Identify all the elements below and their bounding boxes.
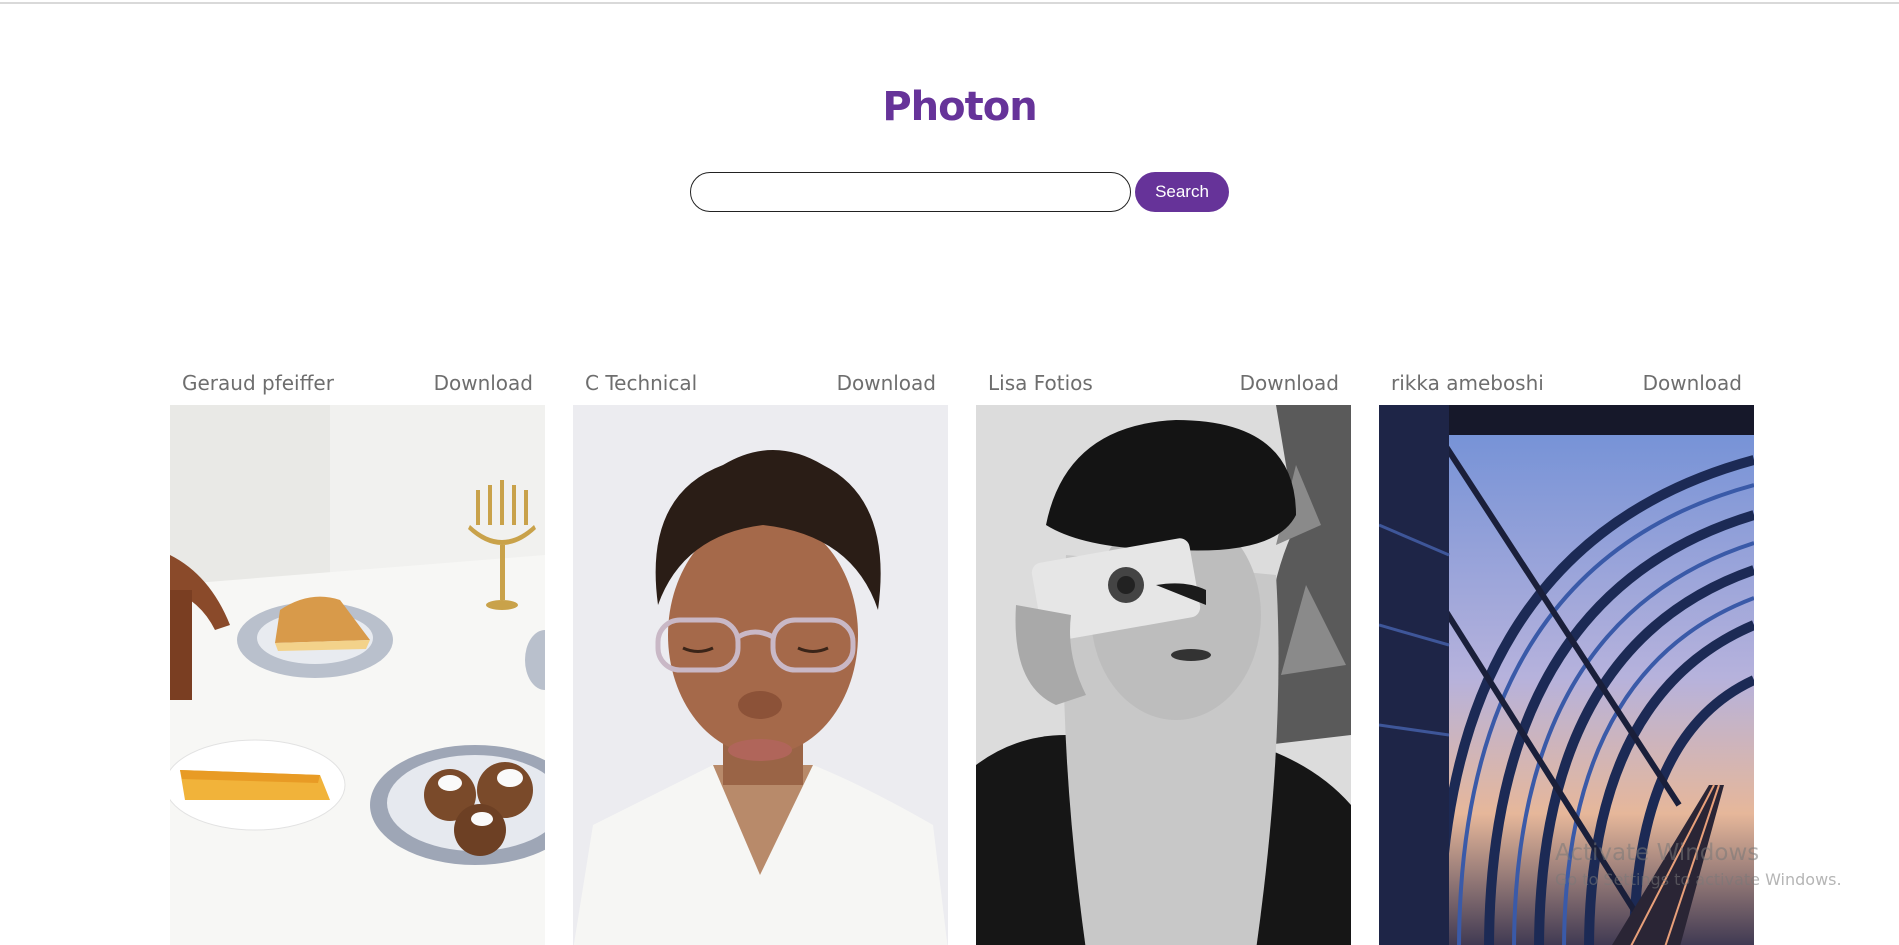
top-divider <box>0 2 1899 4</box>
photo-card: C Technical Download <box>573 361 948 945</box>
photo-card-header: rikka ameboshi Download <box>1379 361 1754 405</box>
photo-author: Lisa Fotios <box>988 371 1093 395</box>
photo-card-header: C Technical Download <box>573 361 948 405</box>
photo-image[interactable] <box>170 405 545 945</box>
activate-windows-watermark: Activate Windows Go to Settings to activ… <box>1555 840 1842 889</box>
watermark-title: Activate Windows <box>1555 840 1760 866</box>
download-link[interactable]: Download <box>1240 371 1339 395</box>
download-link[interactable]: Download <box>434 371 533 395</box>
search-button[interactable]: Search <box>1135 172 1229 212</box>
photo-author: rikka ameboshi <box>1391 371 1544 395</box>
photo-image[interactable] <box>573 405 948 945</box>
photo-author: C Technical <box>585 371 698 395</box>
watermark-subtitle: Go to Settings to activate Windows. <box>1555 870 1842 889</box>
photo-card: Lisa Fotios Download <box>976 361 1351 945</box>
photo-author: Geraud pfeiffer <box>182 371 334 395</box>
search-input[interactable] <box>690 172 1131 212</box>
photo-card: Geraud pfeiffer Download <box>170 361 545 945</box>
app-title: Photon <box>882 84 1037 130</box>
photo-image[interactable] <box>976 405 1351 945</box>
download-link[interactable]: Download <box>1643 371 1742 395</box>
photo-card-header: Geraud pfeiffer Download <box>170 361 545 405</box>
photo-card-header: Lisa Fotios Download <box>976 361 1351 405</box>
download-link[interactable]: Download <box>837 371 936 395</box>
